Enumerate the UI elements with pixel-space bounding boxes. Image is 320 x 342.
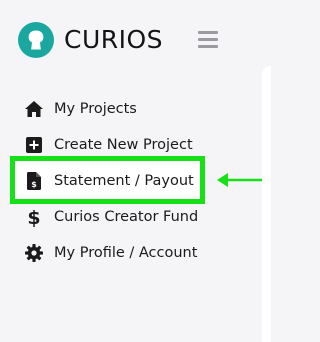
sidebar-item-creator-fund[interactable]: $ Curios Creator Fund: [23, 199, 198, 235]
sidebar-item-create-new-project[interactable]: Create New Project: [23, 127, 193, 163]
curios-logo-icon: [18, 22, 54, 58]
hamburger-icon-line-3: [198, 45, 218, 48]
brand[interactable]: CURIOS: [18, 22, 163, 58]
menu-toggle-button[interactable]: [198, 31, 218, 49]
main-content-edge: [262, 66, 271, 342]
plus-square-icon: [23, 134, 45, 156]
hamburger-icon-line-1: [198, 31, 218, 34]
sidebar-item-label: Curios Creator Fund: [54, 209, 199, 225]
svg-text:$: $: [31, 180, 37, 189]
sidebar-item-label: Statement / Payout: [54, 173, 194, 189]
brand-name: CURIOS: [64, 25, 164, 54]
sidebar-item-my-projects[interactable]: My Projects: [23, 91, 137, 127]
sidebar: CURIOS My Projects Create New Project $ …: [0, 0, 271, 342]
sidebar-item-label: My Projects: [54, 101, 137, 117]
sidebar-item-label: Create New Project: [54, 137, 193, 153]
svg-text:$: $: [27, 207, 40, 227]
sidebar-item-statement-payout[interactable]: $ Statement / Payout: [23, 163, 194, 199]
dollar-icon: $: [23, 206, 45, 228]
sidebar-item-profile-account[interactable]: My Profile / Account: [23, 235, 197, 271]
invoice-dollar-icon: $: [23, 170, 45, 192]
gear-icon: [23, 242, 45, 264]
sidebar-item-label: My Profile / Account: [54, 245, 198, 261]
left-arrow-icon: [217, 173, 262, 187]
home-icon: [23, 98, 45, 120]
hamburger-icon-line-2: [198, 38, 218, 41]
